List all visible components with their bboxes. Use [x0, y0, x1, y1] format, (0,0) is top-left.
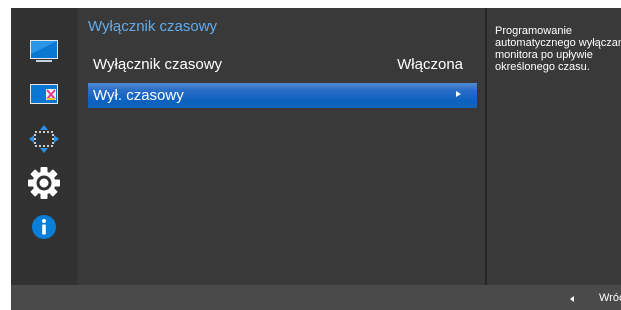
menu-panel: Wyłącznik czasowy Wyłącznik czasowy Włąc…: [77, 8, 485, 285]
back-label: Wróć: [599, 292, 621, 304]
menu-item-label: Wyłącznik czasowy: [93, 56, 223, 73]
sidebar: [11, 8, 77, 285]
panel-title: Wyłącznik czasowy: [88, 18, 218, 35]
chevron-left-icon: [570, 296, 574, 302]
monitor-picture-icon[interactable]: [24, 33, 64, 73]
back-button[interactable]: Wróć: [560, 283, 621, 310]
help-text: Programowanie automatycznego wyłączania …: [495, 25, 621, 73]
menu-item-value: Włączona: [397, 56, 463, 73]
help-panel: Programowanie automatycznego wyłączania …: [487, 8, 621, 285]
menu-item-off-timer[interactable]: Wyłącznik czasowy Włączona: [88, 52, 477, 77]
footer-bar: [11, 285, 621, 310]
color-icon[interactable]: [24, 76, 64, 116]
settings-gear-icon[interactable]: [24, 163, 64, 203]
information-icon[interactable]: [24, 207, 64, 247]
menu-item-turn-off-after[interactable]: Wył. czasowy: [88, 83, 477, 108]
chevron-right-icon: [456, 91, 461, 97]
osd-menu-window: Wyłącznik czasowy Wyłącznik czasowy Włąc…: [0, 0, 621, 310]
screen-size-arrows-icon[interactable]: [24, 119, 64, 159]
menu-item-label: Wył. czasowy: [93, 87, 184, 104]
